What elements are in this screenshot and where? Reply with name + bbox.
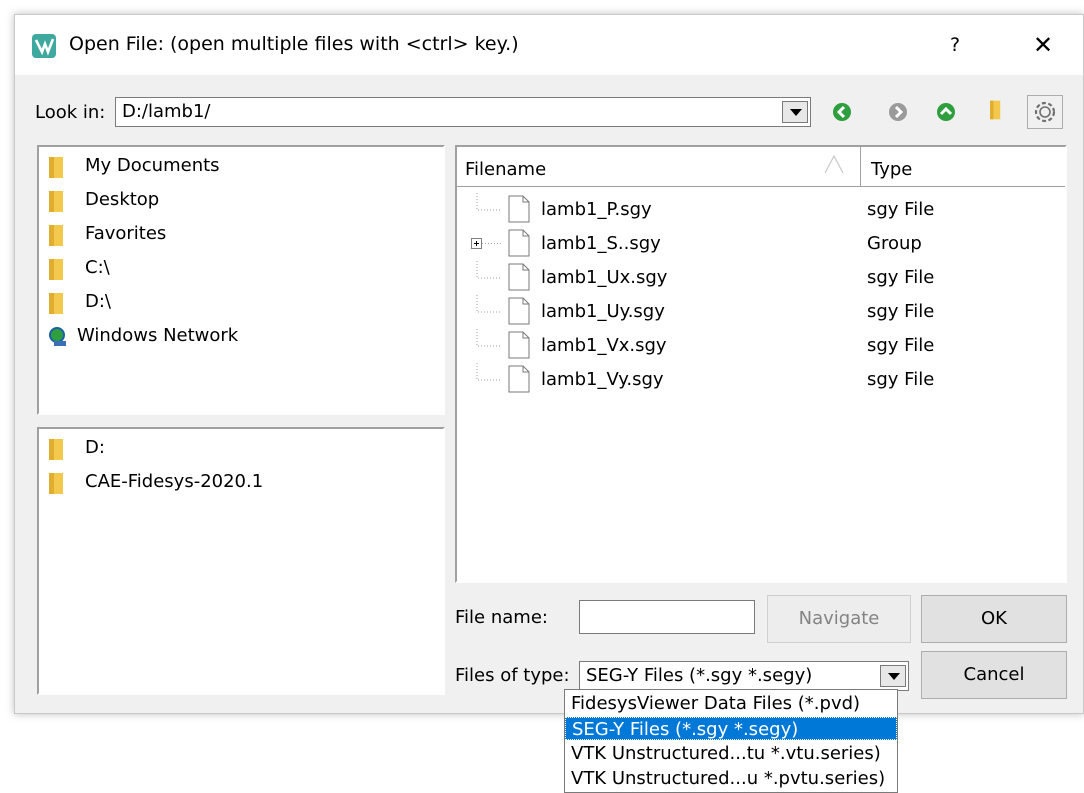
file-type: sgy File <box>867 369 935 390</box>
place-item-label: Desktop <box>85 189 160 210</box>
tree-connector <box>476 193 501 211</box>
app-icon <box>32 34 56 58</box>
look-in-dropdown-button[interactable] <box>782 101 808 123</box>
places-panel: My Documents Desktop Favorites C:\ D:\ Window… <box>37 145 445 415</box>
files-of-type-dropdown-list: FidesysViewer Data Files (*.pvd) SEG-Y Fi… <box>564 689 898 793</box>
file-row[interactable]: lamb1_Vy.sgy sgy File <box>457 363 1065 397</box>
file-row[interactable]: lamb1_Ux.sgy sgy File <box>457 261 1065 295</box>
recent-item-label: D: <box>85 437 105 458</box>
file-name: lamb1_Vy.sgy <box>541 369 664 390</box>
tree-connector <box>476 295 501 313</box>
help-button[interactable]: ? <box>935 29 975 61</box>
file-name-input[interactable] <box>579 600 755 634</box>
file-type: sgy File <box>867 301 935 322</box>
column-header-type[interactable]: Type <box>861 147 1061 187</box>
file-list-header: Filename Type <box>457 147 1065 187</box>
file-row[interactable]: lamb1_Uy.sgy sgy File <box>457 295 1065 329</box>
recent-item-label: CAE-Fidesys-2020.1 <box>85 471 264 492</box>
file-type-option[interactable]: FidesysViewer Data Files (*.pvd) <box>565 692 897 715</box>
files-of-type-label: Files of type: <box>455 665 570 686</box>
file-name: lamb1_S..sgy <box>541 233 661 254</box>
tree-connector <box>476 363 501 381</box>
file-row[interactable]: lamb1_P.sgy sgy File <box>457 193 1065 227</box>
file-type: sgy File <box>867 199 935 220</box>
back-icon[interactable] <box>831 101 853 123</box>
new-folder-icon[interactable] <box>985 99 1007 121</box>
files-of-type-combo[interactable]: SEG-Y Files (*.sgy *.segy) <box>579 661 909 691</box>
file-name: lamb1_Vx.sgy <box>541 335 667 356</box>
place-item-label: C:\ <box>85 257 110 278</box>
look-in-value: D:/lamb1/ <box>122 101 211 122</box>
file-icon <box>508 331 530 359</box>
place-item-label: Favorites <box>85 223 167 244</box>
network-icon <box>47 326 69 353</box>
folder-icon <box>47 472 67 501</box>
ok-button[interactable]: OK <box>921 595 1067 643</box>
tree-connector <box>476 261 501 279</box>
expand-icon[interactable] <box>471 237 505 251</box>
file-icon <box>508 229 530 257</box>
title-bar: Open File: (open multiple files with <ct… <box>15 15 1083 75</box>
file-icon <box>508 263 530 291</box>
place-item-label: D:\ <box>85 291 111 312</box>
look-in-label: Look in: <box>35 102 106 123</box>
file-icon <box>508 365 530 393</box>
file-name: lamb1_P.sgy <box>541 199 652 220</box>
window-title: Open File: (open multiple files with <ct… <box>69 33 519 55</box>
folder-icon <box>47 190 67 219</box>
chevron-down-icon <box>888 673 900 680</box>
files-of-type-dropdown-button[interactable] <box>880 665 906 687</box>
file-type: sgy File <box>867 335 935 356</box>
file-type-option[interactable]: VTK Unstructured...tu *.vtu.series) <box>565 742 897 765</box>
settings-button[interactable] <box>1027 95 1063 129</box>
place-item-label: Windows Network <box>77 325 239 346</box>
file-row[interactable]: lamb1_S..sgy Group <box>457 227 1065 261</box>
recent-places-panel: D: CAE-Fidesys-2020.1 <box>37 427 445 695</box>
file-name: lamb1_Ux.sgy <box>541 267 668 288</box>
folder-icon <box>47 224 67 253</box>
column-header-filename[interactable]: Filename <box>457 147 861 187</box>
file-type-option[interactable]: VTK Unstructured...u *.pvtu.series) <box>565 767 897 790</box>
folder-icon <box>47 292 67 321</box>
file-name: lamb1_Uy.sgy <box>541 301 665 322</box>
file-list-panel: Filename Type lamb1_P.sgy sgy File lamb1_S… <box>455 145 1067 583</box>
file-icon <box>508 297 530 325</box>
file-icon <box>508 195 530 223</box>
folder-icon <box>47 438 67 467</box>
file-type: sgy File <box>867 267 935 288</box>
column-type-label: Type <box>871 159 913 180</box>
place-item-label: My Documents <box>85 155 220 176</box>
forward-icon[interactable] <box>887 101 909 123</box>
chevron-down-icon <box>790 109 802 116</box>
files-of-type-value: SEG-Y Files (*.sgy *.segy) <box>586 665 813 686</box>
sort-ascending-icon <box>824 154 844 174</box>
tree-connector <box>476 329 501 347</box>
file-name-label: File name: <box>455 607 548 628</box>
close-button[interactable]: ✕ <box>1021 29 1065 61</box>
column-filename-label: Filename <box>465 159 547 180</box>
open-file-dialog: Open File: (open multiple files with <ct… <box>14 14 1084 714</box>
folder-icon <box>47 258 67 287</box>
navigate-button[interactable]: Navigate <box>767 595 911 643</box>
cancel-button[interactable]: Cancel <box>921 651 1067 699</box>
up-icon[interactable] <box>935 101 957 123</box>
file-type-option[interactable]: SEG-Y Files (*.sgy *.segy) <box>565 717 897 740</box>
look-in-combo[interactable]: D:/lamb1/ <box>115 97 811 127</box>
gear-icon <box>1034 101 1056 123</box>
file-row[interactable]: lamb1_Vx.sgy sgy File <box>457 329 1065 363</box>
file-type: Group <box>867 233 922 254</box>
folder-icon <box>47 156 67 185</box>
